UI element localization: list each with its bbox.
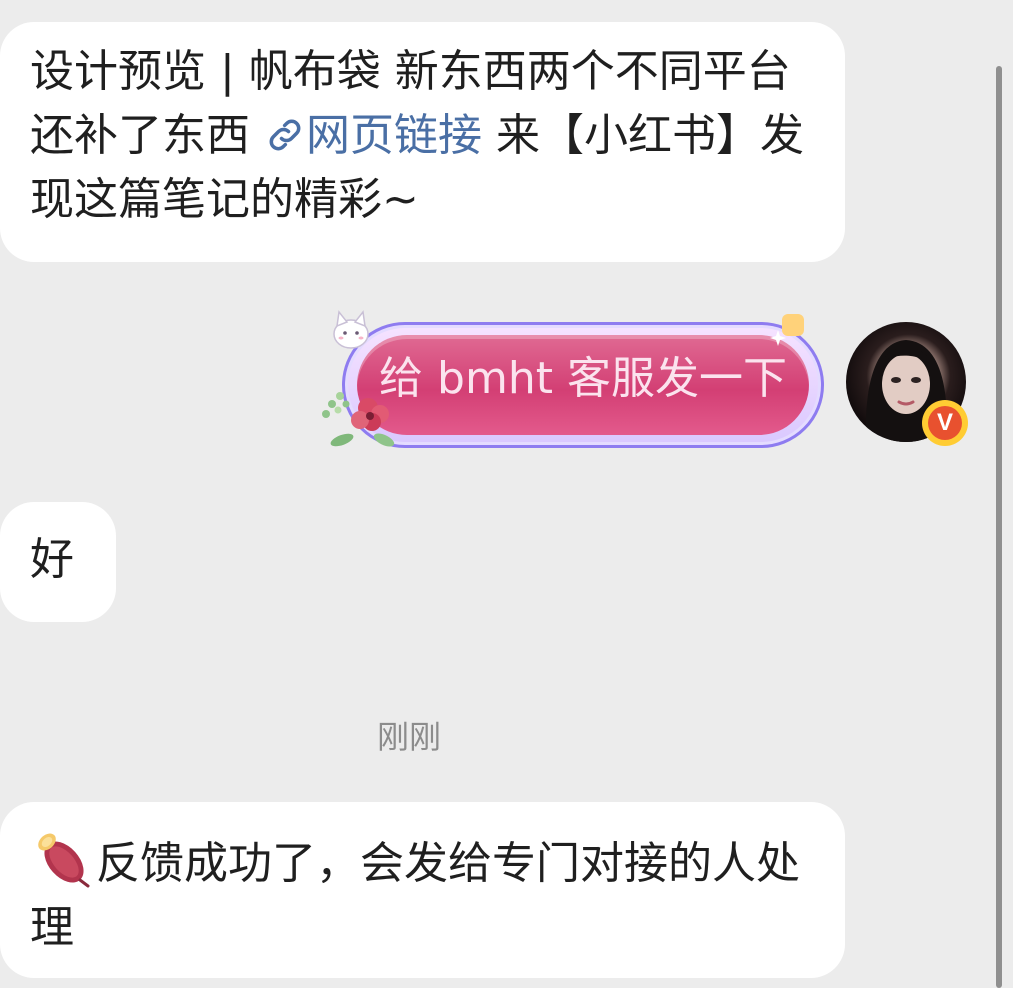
sparkle-icon [770, 314, 804, 346]
timestamp: 刚刚 [376, 718, 441, 756]
web-link-label[interactable]: 网页链接 [306, 110, 482, 161]
message-text: 好 [30, 534, 74, 585]
verified-badge: V [922, 400, 968, 446]
cat-icon [333, 310, 369, 349]
incoming-message-feedback[interactable]: 反馈成功了，会发给专门对接的人处理 [0, 802, 845, 978]
incoming-message-shared-link[interactable]: 设计预览 | 帆布袋 新东西两个不同平台 还补了东西 网页链接 来【小红书】发现… [0, 22, 845, 262]
web-link[interactable]: 网页链接 [264, 110, 482, 161]
decorated-bubble-frame: 给 bmht 客服发一下 [342, 322, 824, 448]
verified-badge-letter: V [928, 406, 962, 440]
flowers-icon [322, 392, 395, 447]
message-text: 反馈成功了，会发给专门对接的人处理 [30, 838, 800, 953]
link-icon [269, 119, 301, 151]
outgoing-message[interactable]: 给 bmht 客服发一下 [318, 308, 828, 458]
scrollbar[interactable] [996, 66, 1002, 988]
sweet-potato-icon [38, 833, 90, 888]
message-text: 给 bmht 客服发一下 [379, 353, 787, 404]
incoming-message-ok[interactable]: 好 [0, 502, 116, 622]
